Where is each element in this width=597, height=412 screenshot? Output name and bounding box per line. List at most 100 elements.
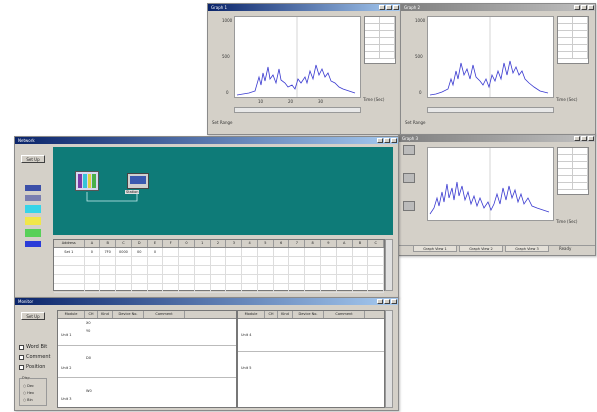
table-cell[interactable] — [54, 284, 85, 292]
col-device-no[interactable]: Device No. — [293, 311, 324, 318]
table-cell[interactable] — [195, 266, 211, 274]
header-cell[interactable]: D — [132, 240, 148, 247]
table-cell[interactable] — [85, 266, 101, 274]
table-cell[interactable] — [100, 266, 117, 274]
header-cell[interactable]: 1 — [195, 240, 211, 247]
table-row[interactable]: Set 1 0 7F0 0000 00 0 — [54, 248, 385, 257]
table-cell[interactable]: 00 — [132, 248, 148, 256]
maximize-button[interactable] — [384, 138, 390, 143]
table-cell[interactable] — [148, 257, 164, 265]
close-button[interactable] — [588, 136, 594, 141]
table-cell[interactable] — [132, 257, 148, 265]
table-cell[interactable]: Set 1 — [54, 248, 85, 256]
table-cell[interactable] — [211, 266, 227, 274]
radio-dec[interactable]: ○ Dec — [23, 384, 34, 388]
table-row[interactable] — [54, 284, 385, 293]
title-bar[interactable]: Graph 1 — [208, 4, 400, 11]
table-cell[interactable] — [337, 275, 353, 283]
table-cell[interactable] — [179, 284, 195, 292]
table-cell[interactable] — [368, 284, 385, 292]
option-word-bit[interactable]: Word Bit — [19, 342, 51, 352]
header-cell[interactable]: A — [337, 240, 353, 247]
table-cell[interactable] — [353, 275, 369, 283]
cell-w0[interactable]: W0 — [86, 389, 92, 393]
table-row[interactable] — [54, 266, 385, 275]
option-comment[interactable]: Comment — [19, 352, 51, 362]
header-cell[interactable]: A — [85, 240, 101, 247]
table-cell[interactable] — [226, 266, 243, 274]
monitor-window[interactable]: Monitor Set Up Word Bit Comment Position… — [14, 297, 399, 411]
table-row[interactable] — [54, 257, 385, 266]
minimize-button[interactable] — [379, 5, 385, 10]
table-cell[interactable] — [195, 257, 211, 265]
maximize-button[interactable] — [581, 5, 587, 10]
table-cell[interactable] — [54, 275, 85, 283]
table-cell[interactable] — [353, 284, 369, 292]
yellow-module-icon[interactable] — [25, 217, 41, 225]
header-cell[interactable]: 9 — [321, 240, 337, 247]
table-cell[interactable] — [289, 257, 306, 265]
table-cell[interactable] — [148, 284, 164, 292]
horizontal-scrollbar[interactable] — [427, 107, 554, 113]
table-cell[interactable] — [353, 257, 369, 265]
table-cell[interactable] — [85, 275, 101, 283]
table-cell[interactable] — [258, 248, 274, 256]
table-cell[interactable] — [179, 275, 195, 283]
table-cell[interactable] — [289, 284, 306, 292]
header-cell[interactable]: 0 — [179, 240, 195, 247]
minimize-button[interactable] — [574, 5, 580, 10]
tab-graph-view-1[interactable]: Graph View 1 — [413, 245, 457, 252]
table-cell[interactable] — [100, 275, 117, 283]
table-cell[interactable] — [211, 275, 227, 283]
table-cell[interactable] — [337, 284, 353, 292]
table-cell[interactable] — [242, 284, 258, 292]
table-cell[interactable] — [100, 284, 117, 292]
table-cell[interactable] — [258, 257, 274, 265]
setup-button[interactable]: Set Up — [21, 155, 45, 163]
col-comment[interactable]: Comment — [144, 311, 185, 318]
table-cell[interactable] — [289, 275, 306, 283]
green-module-icon[interactable] — [25, 229, 41, 237]
table-cell[interactable] — [274, 257, 290, 265]
cell-d0[interactable]: D0 — [86, 356, 91, 360]
col-module[interactable]: Module — [238, 311, 265, 318]
table-cell[interactable] — [337, 257, 353, 265]
network-window[interactable]: Network Set Up Station Address A B C D E F 0 1 2 3… — [14, 136, 399, 298]
header-cell[interactable]: 4 — [242, 240, 258, 247]
table-cell[interactable] — [226, 275, 243, 283]
col-ch[interactable]: CH — [265, 311, 278, 318]
vertical-scrollbar[interactable] — [385, 239, 393, 291]
minimize-button[interactable] — [574, 136, 580, 141]
table-cell[interactable] — [148, 275, 164, 283]
header-cell[interactable]: 2 — [211, 240, 227, 247]
tool-icon[interactable] — [403, 145, 415, 155]
table-cell[interactable] — [353, 266, 369, 274]
table-cell[interactable] — [258, 275, 274, 283]
network-canvas[interactable]: Station — [53, 147, 393, 235]
table-cell[interactable] — [116, 266, 132, 274]
table-cell[interactable] — [242, 257, 258, 265]
radio-hex[interactable]: ○ Hex — [23, 391, 34, 395]
header-cell[interactable]: Address — [54, 240, 85, 247]
table-cell[interactable] — [148, 266, 164, 274]
table-cell[interactable]: 7F0 — [100, 248, 117, 256]
table-cell[interactable] — [116, 284, 132, 292]
table-cell[interactable] — [321, 266, 337, 274]
table-cell[interactable] — [211, 248, 227, 256]
setup-button[interactable]: Set Up — [21, 312, 45, 320]
table-cell[interactable] — [132, 266, 148, 274]
table-cell[interactable] — [179, 266, 195, 274]
table-cell[interactable] — [163, 248, 180, 256]
table-cell[interactable] — [353, 248, 369, 256]
table-cell[interactable] — [289, 266, 306, 274]
header-cell[interactable]: B — [100, 240, 117, 247]
table-cell[interactable] — [163, 275, 180, 283]
table-cell[interactable] — [274, 275, 290, 283]
table-cell[interactable] — [258, 284, 274, 292]
table-cell[interactable] — [163, 266, 180, 274]
header-cell[interactable]: 8 — [305, 240, 322, 247]
table-cell[interactable]: 0000 — [116, 248, 132, 256]
table-cell[interactable] — [211, 284, 227, 292]
cell-x0[interactable]: X0 — [86, 321, 91, 325]
table-cell[interactable] — [54, 257, 85, 265]
